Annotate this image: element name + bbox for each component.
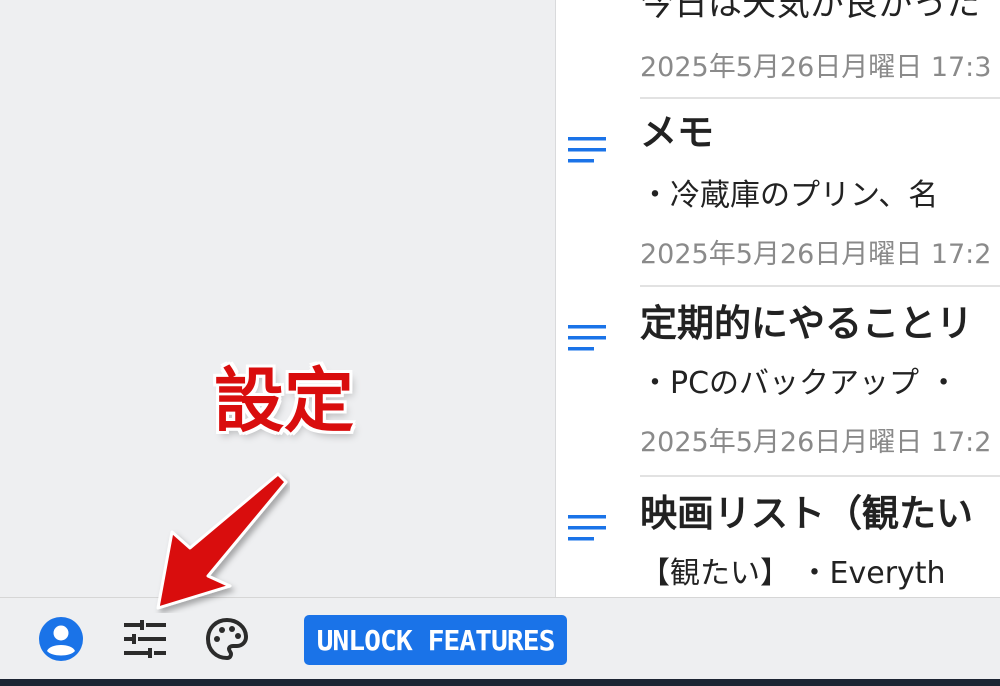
note-item[interactable]: 今日は天気が良かった 2025年5月26日月曜日 17:3 — [556, 0, 1000, 98]
note-title: 今日は天気が良かった — [640, 0, 980, 24]
annotation-arrow-icon — [156, 472, 288, 610]
note-title: 定期的にやることリ — [640, 302, 973, 345]
note-item[interactable]: 定期的にやることリ ・PCのバックアップ ・ 2025年5月26日月曜日 17:… — [556, 287, 1000, 475]
note-text-icon — [568, 137, 606, 163]
note-date: 2025年5月26日月曜日 17:2 — [640, 239, 992, 270]
note-title: メモ — [640, 111, 714, 154]
account-icon[interactable] — [38, 616, 84, 662]
note-item[interactable]: メモ ・冷蔵庫のプリン、名 2025年5月26日月曜日 17:2 — [556, 99, 1000, 285]
notes-list: 今日は天気が良かった 2025年5月26日月曜日 17:3 メモ ・冷蔵庫のプリ… — [555, 0, 1000, 597]
taskbar-strip — [0, 679, 1000, 686]
note-snippet: ・PCのバックアップ ・ — [640, 366, 959, 401]
note-title: 映画リスト（観たい — [640, 492, 973, 535]
note-item[interactable]: 映画リスト（観たい 【観たい】 ・Everyth — [556, 477, 1000, 597]
annotation-label: 設定 — [214, 360, 354, 442]
note-snippet: 【観たい】 ・Everyth — [640, 556, 946, 591]
note-text-icon — [568, 515, 606, 541]
note-date: 2025年5月26日月曜日 17:2 — [640, 427, 992, 458]
note-text-icon — [568, 325, 606, 351]
unlock-features-button[interactable]: UNLOCK FEATURES — [304, 615, 567, 665]
settings-sliders-icon[interactable] — [124, 620, 166, 658]
note-date: 2025年5月26日月曜日 17:3 — [640, 52, 992, 83]
palette-icon[interactable] — [205, 617, 249, 661]
note-snippet: ・冷蔵庫のプリン、名 — [640, 178, 939, 213]
